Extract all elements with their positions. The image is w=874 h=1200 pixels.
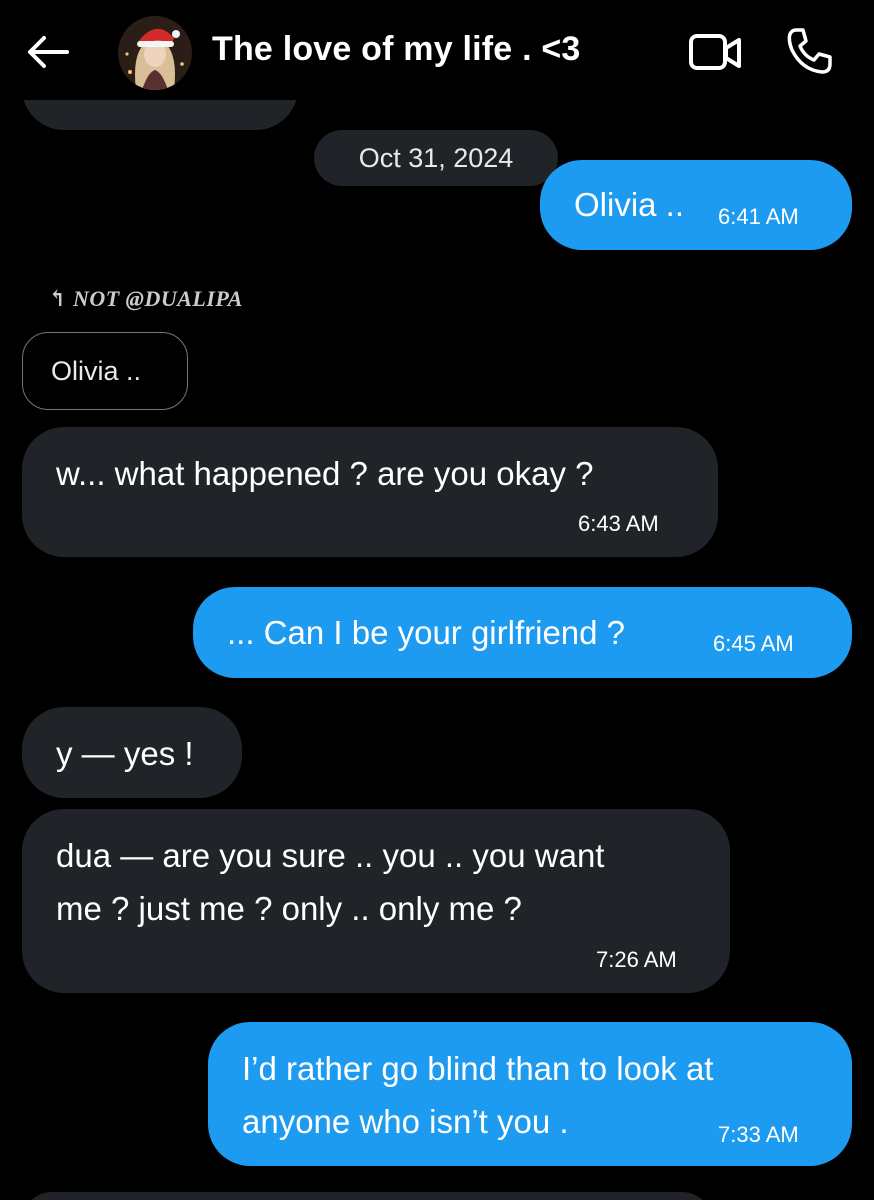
message-bubble-sent[interactable]: I’d rather go blind than to look at anyo… xyxy=(208,1022,852,1166)
message-text: Olivia .. xyxy=(574,186,685,223)
message-bubble-received[interactable]: y — yes ! xyxy=(22,707,242,798)
message-text-line-2: anyone who isn’t you . xyxy=(242,1103,569,1140)
message-text-line-1: I’d rather go blind than to look at xyxy=(242,1050,714,1087)
message-timestamp: 7:26 AM xyxy=(596,947,677,972)
phone-icon xyxy=(787,28,832,74)
reply-context-label: ↰ NOT @DUALIPA xyxy=(48,286,243,312)
avatar[interactable] xyxy=(118,16,192,90)
reply-icon: ↰ xyxy=(48,286,67,311)
message-bubble-sent[interactable]: Olivia .. 6:41 AM xyxy=(540,160,852,250)
message-timestamp: 6:41 AM xyxy=(718,204,799,229)
message-bubble-received[interactable]: w... what happened ? are you okay ? 6:43… xyxy=(22,427,718,557)
video-camera-icon xyxy=(689,34,741,70)
conversation-title[interactable]: The love of my life . <3 xyxy=(212,30,581,69)
reply-context-text: NOT @DUALIPA xyxy=(72,286,243,311)
avatar-image xyxy=(118,16,192,90)
message-bubble-sent[interactable]: ... Can I be your girlfriend ? 6:45 AM xyxy=(193,587,852,678)
date-separator: Oct 31, 2024 xyxy=(314,130,558,186)
chat-thread: Oct 31, 2024 Olivia .. 6:41 AM ↰ NOT @DU… xyxy=(0,0,874,1200)
message-timestamp: 6:45 AM xyxy=(713,631,794,656)
conversation-header: The love of my life . <3 xyxy=(0,0,874,100)
message-timestamp: 7:33 AM xyxy=(718,1122,799,1147)
message-timestamp: 6:43 AM xyxy=(578,511,659,536)
message-text-line-1: dua — are you sure .. you .. you want xyxy=(56,837,605,874)
video-call-button[interactable] xyxy=(688,30,742,76)
message-text: y — yes ! xyxy=(56,735,194,772)
message-text: w... what happened ? are you okay ? xyxy=(56,455,594,492)
back-button[interactable] xyxy=(22,28,72,76)
message-text-line-2: me ? just me ? only .. only me ? xyxy=(56,890,522,927)
message-text: ... Can I be your girlfriend ? xyxy=(227,614,626,651)
next-message-bubble[interactable] xyxy=(22,1192,712,1200)
voice-call-button[interactable] xyxy=(784,26,834,76)
arrow-left-icon xyxy=(28,36,69,68)
message-bubble-received[interactable]: dua — are you sure .. you .. you want me… xyxy=(22,809,730,993)
quoted-message[interactable]: Olivia .. xyxy=(22,332,188,410)
